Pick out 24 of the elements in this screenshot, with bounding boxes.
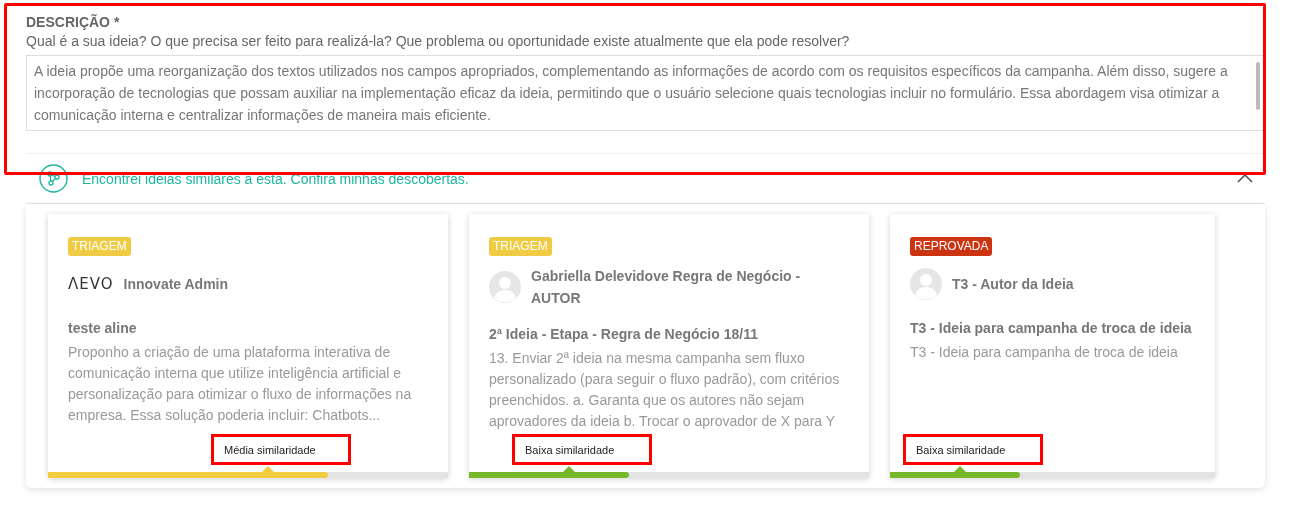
idea-summary: 13. Enviar 2ª ideia na mesma campanha sem fluxo personalizado (para seguir o fluxo padrão), com critérios preenchidos. a. Garanta que os autores não sejam aprovadores da ideia b. Trocar o aprovador de X para Y bbox=[489, 349, 841, 431]
idea-summary: Proponho a criação de uma plataforma interativa de comunicação interna que utilize inteligência artificial e personalização para otimizar o fluxo de informações na empresa. Essa solução poderia incluir: Chatbots... bbox=[68, 343, 413, 425]
status-badge: REPROVADA bbox=[910, 237, 993, 256]
field-hint: Qual é a sua ideia? O que precisa ser feito para realizá-la? Que problema ou oportunidade existe atualmente que ela pode resolver? bbox=[26, 32, 851, 50]
idea-summary: T3 - Ideia para campanha de troca de ideia bbox=[910, 343, 1179, 362]
author-name: Gabriella Delevidove Regra de Negócio - AUTOR bbox=[531, 267, 802, 308]
author-name: Innovate Admin bbox=[123, 275, 229, 294]
avatar-icon bbox=[489, 271, 521, 303]
similarity-tooltip: Baixa similaridade bbox=[903, 434, 1043, 465]
chevron-up-icon[interactable] bbox=[1237, 174, 1253, 183]
idea-title[interactable]: teste aline bbox=[68, 318, 428, 338]
field-label: DESCRIÇÃO * bbox=[26, 14, 121, 30]
status-badge: TRIAGEM bbox=[489, 237, 552, 256]
idea-title[interactable]: 2ª Ideia - Etapa - Regra de Negócio 18/11 bbox=[489, 324, 849, 344]
author-name: T3 - Autor da Ideia bbox=[952, 275, 1074, 294]
scrollbar[interactable] bbox=[1256, 62, 1260, 110]
similarity-tooltip: Baixa similaridade bbox=[512, 434, 652, 465]
avatar-icon bbox=[910, 268, 942, 300]
company-logo: ΛEVO bbox=[68, 275, 114, 293]
idea-title[interactable]: T3 - Ideia para campanha de troca de ideia bbox=[910, 318, 1195, 338]
description-field[interactable]: A ideia propõe uma reorganização dos textos utilizados nos campos apropriados, complementando as informações de acordo com os requisitos específicos da campanha. Além disso, sugere a incorporação de tecnologias que possam auxiliar na implementação eficaz da ideia, permitindo que o usuário selecione quais tecnologias incluir no formulário. Essa abordagem visa otimizar a comunicação interna e centralizar informações de maneira mais eficiente. bbox=[26, 55, 1265, 131]
similarity-tooltip: Média similaridade bbox=[211, 434, 351, 465]
status-badge: TRIAGEM bbox=[68, 237, 131, 256]
network-icon bbox=[39, 164, 68, 193]
